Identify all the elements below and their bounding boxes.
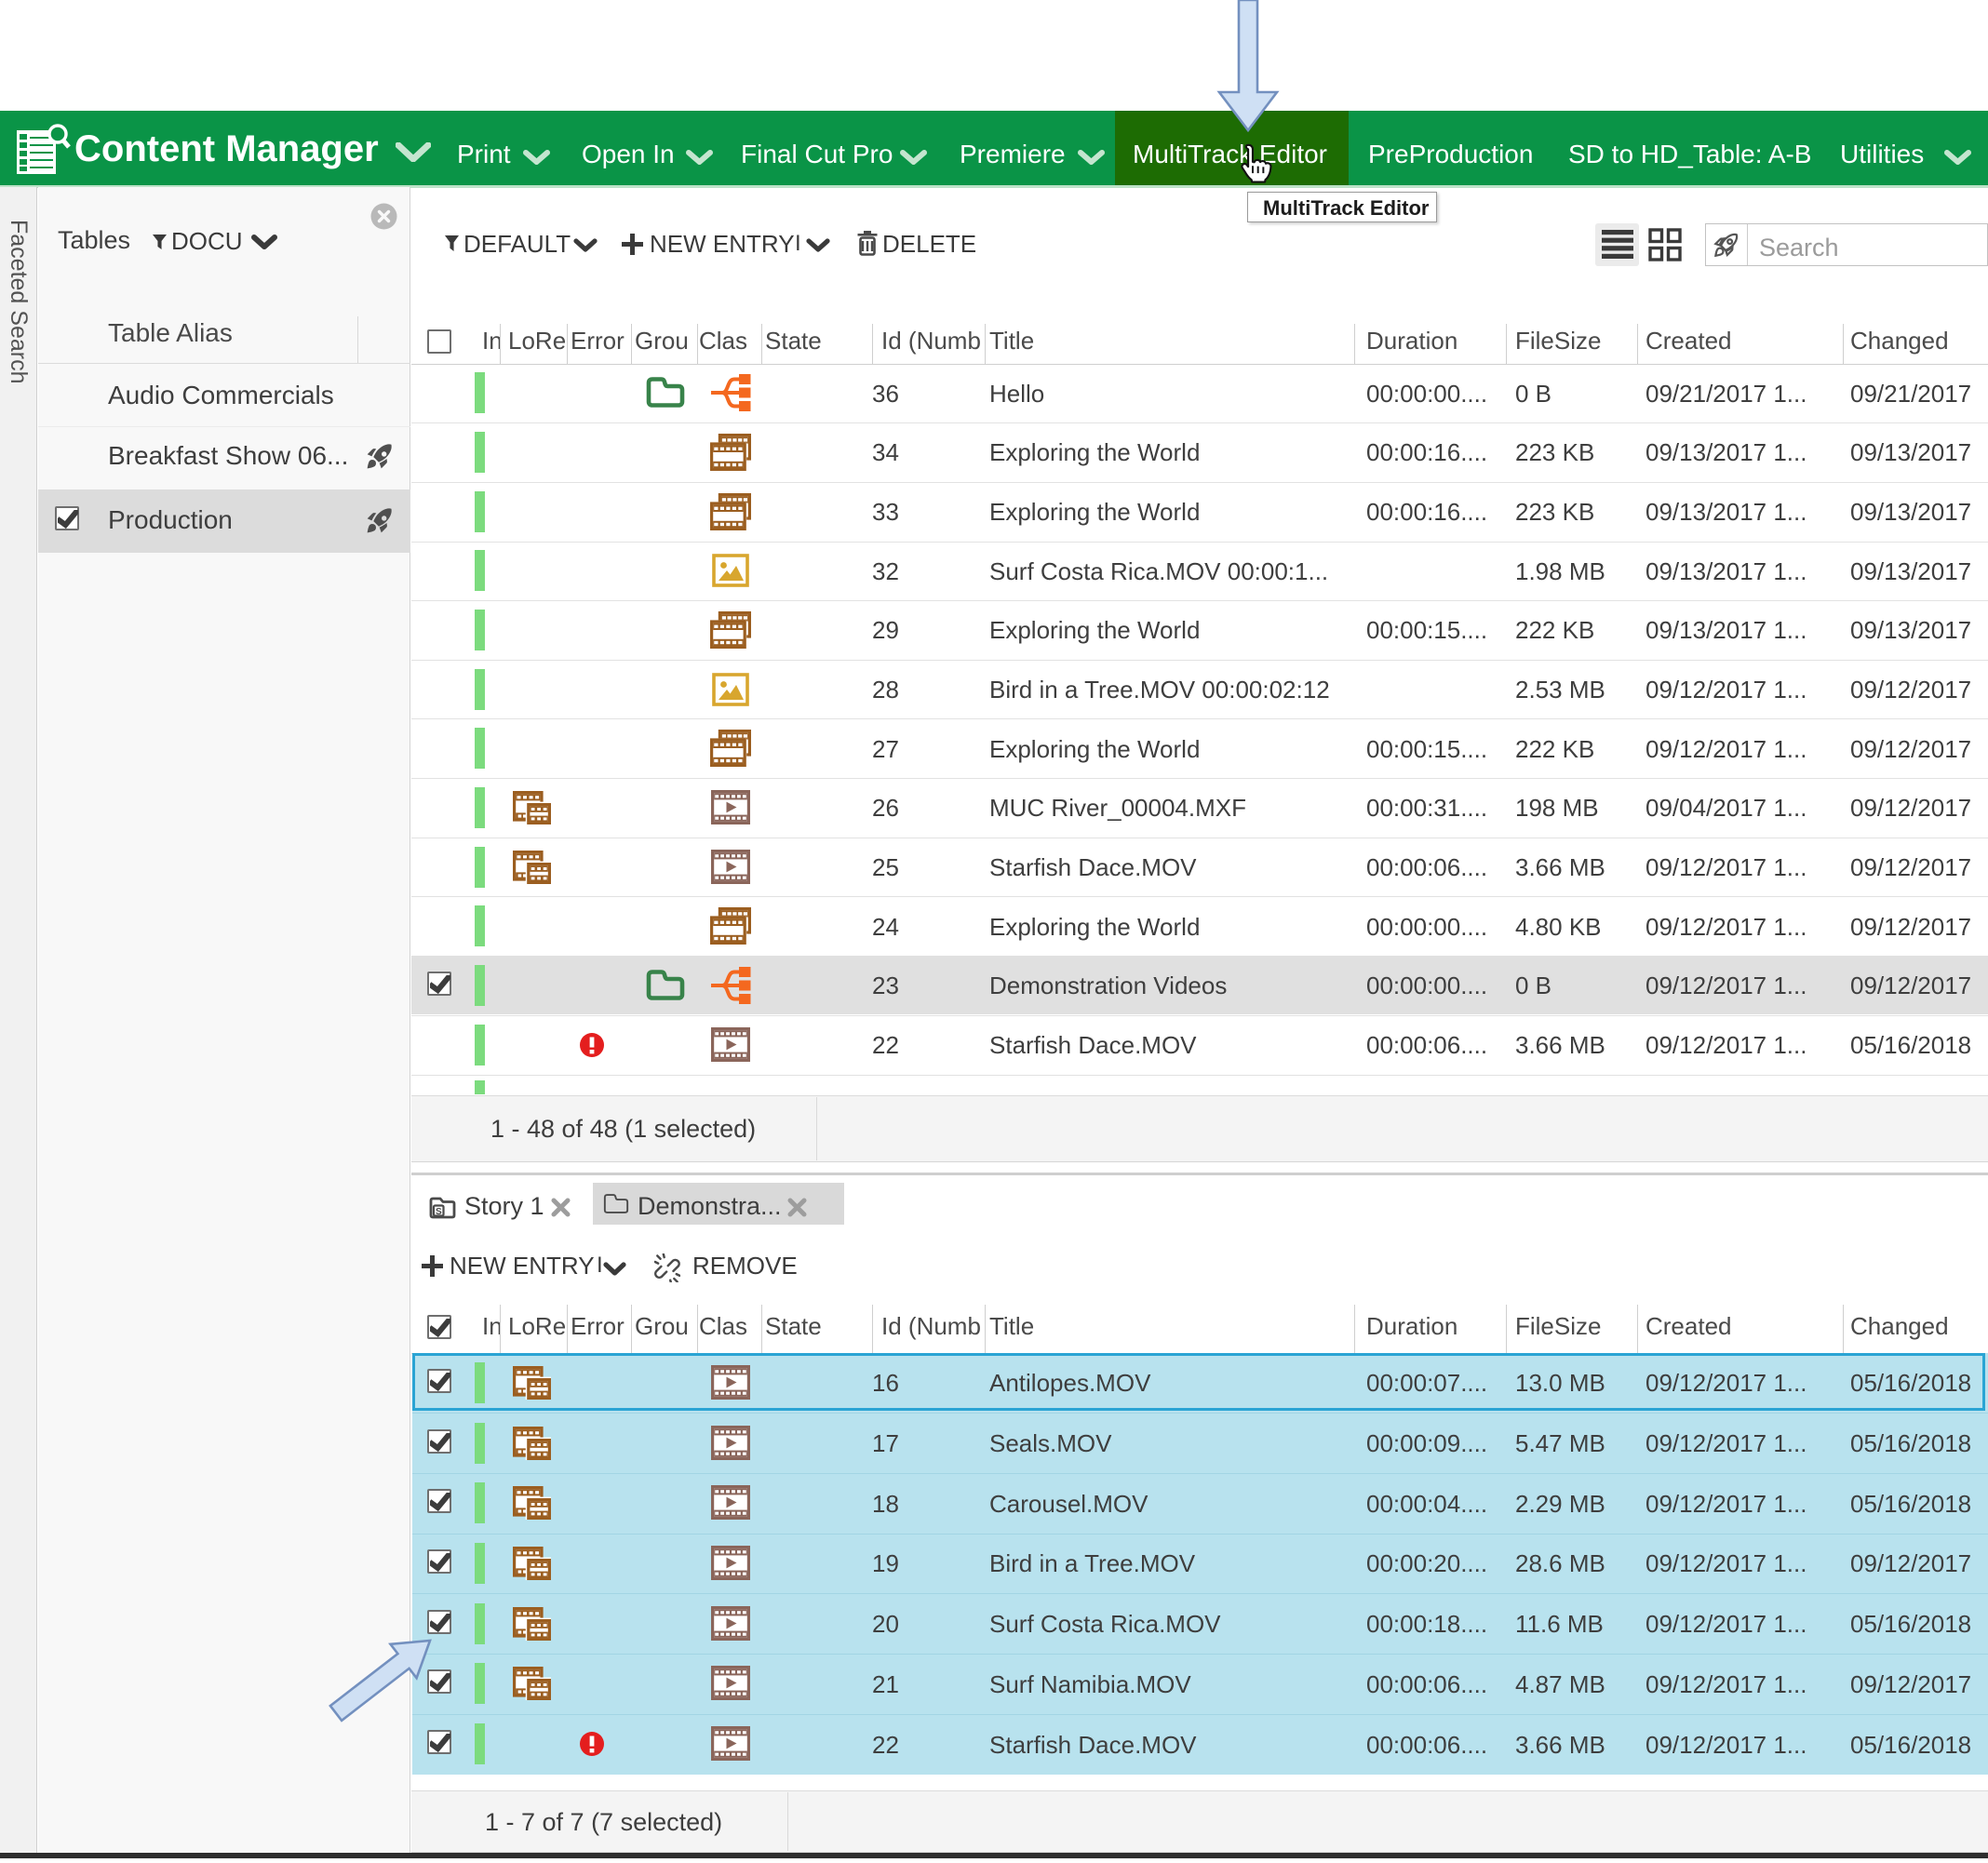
svg-text:S: S (436, 1207, 442, 1217)
